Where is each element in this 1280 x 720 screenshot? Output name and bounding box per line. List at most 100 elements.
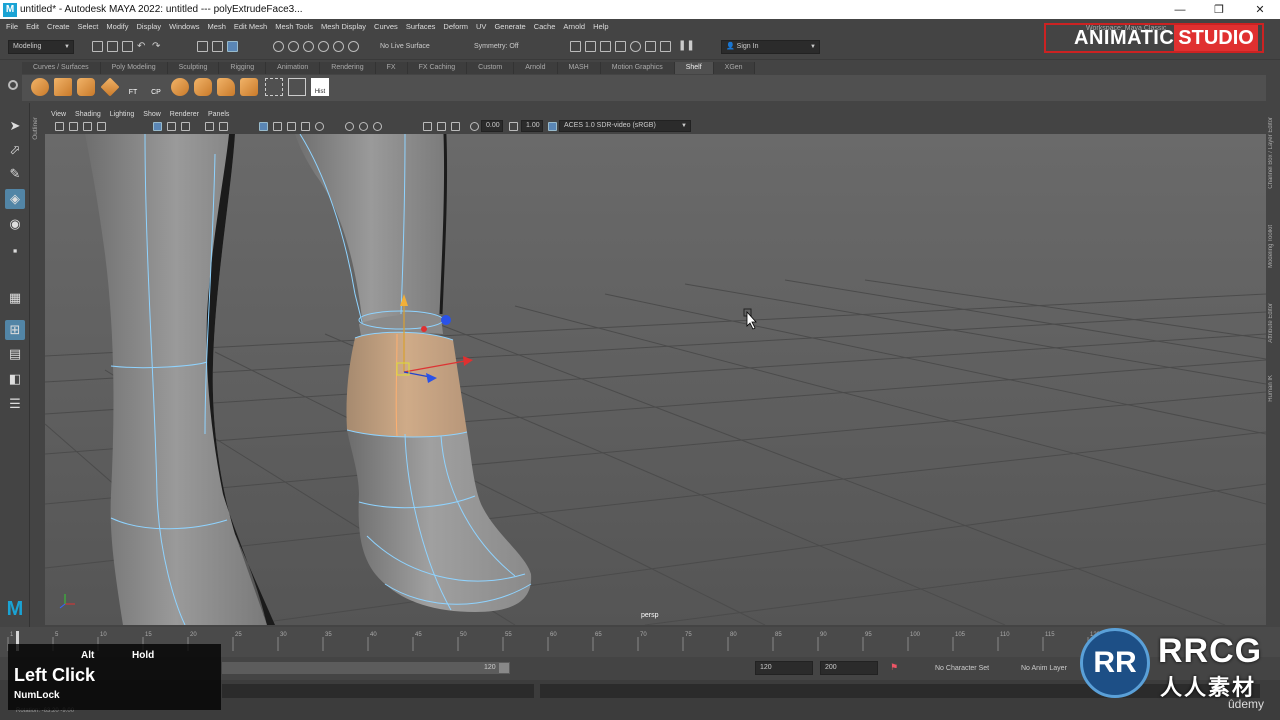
menu-modify[interactable]: Modify xyxy=(106,22,128,31)
multi-cut-icon[interactable] xyxy=(288,78,306,96)
snap-view-icon[interactable] xyxy=(318,41,329,52)
antialias-icon[interactable] xyxy=(451,122,460,131)
shelf-tab-shelf[interactable]: Shelf xyxy=(674,62,714,74)
center-pivot-icon[interactable]: CP xyxy=(147,78,165,96)
poly-cylinder-icon[interactable] xyxy=(77,78,95,96)
menu-cache[interactable]: Cache xyxy=(534,22,556,31)
snap-grid-icon[interactable] xyxy=(273,41,284,52)
shelf-options-gear-icon[interactable] xyxy=(8,80,18,90)
merge-vertices-icon[interactable] xyxy=(265,78,283,96)
resolution-gate-icon[interactable] xyxy=(181,122,190,131)
shelf-tab-animation[interactable]: Animation xyxy=(266,62,321,74)
motion-blur-icon[interactable] xyxy=(437,122,446,131)
shelf-tab-sculpting[interactable]: Sculpting xyxy=(167,62,220,74)
playback-end-field[interactable]: 120 xyxy=(755,661,813,675)
select-object-icon[interactable] xyxy=(212,41,223,52)
view-transform-dropdown[interactable]: ACES 1.0 SDR-video (sRGB) ▼ xyxy=(559,120,691,132)
menu-windows[interactable]: Windows xyxy=(169,22,199,31)
mel-command-input[interactable] xyxy=(222,684,534,698)
shelf-tab-arnold[interactable]: Arnold xyxy=(514,62,558,74)
menu-file[interactable]: File xyxy=(6,22,18,31)
xray-icon[interactable] xyxy=(345,122,354,131)
panel-menu-lighting[interactable]: Lighting xyxy=(110,111,135,118)
panel-menu-show[interactable]: Show xyxy=(143,111,161,118)
wireframe-on-shaded-icon[interactable] xyxy=(259,122,268,131)
bridge-icon[interactable] xyxy=(240,78,258,96)
isolate-select-icon[interactable] xyxy=(373,122,382,131)
list-layout-icon[interactable]: ☰ xyxy=(5,394,25,414)
menu-surfaces[interactable]: Surfaces xyxy=(406,22,436,31)
playblast-icon[interactable] xyxy=(660,41,671,52)
panel-menu-panels[interactable]: Panels xyxy=(208,111,229,118)
menu-display[interactable]: Display xyxy=(137,22,162,31)
single-perspective-layout-icon[interactable]: ▦ xyxy=(5,288,25,308)
extrude-icon[interactable] xyxy=(217,78,235,96)
bookmark-icon[interactable] xyxy=(83,122,92,131)
snap-curve-icon[interactable] xyxy=(288,41,299,52)
live-surface-label[interactable]: No Live Surface xyxy=(380,43,430,50)
redo-icon[interactable]: ↷ xyxy=(152,41,160,52)
open-scene-icon[interactable] xyxy=(107,41,118,52)
snap-surface-icon[interactable] xyxy=(333,41,344,52)
xray-joints-icon[interactable] xyxy=(359,122,368,131)
shelf-tab-mash[interactable]: MASH xyxy=(557,62,601,74)
ssao-icon[interactable] xyxy=(423,122,432,131)
exposure-icon[interactable] xyxy=(470,122,479,131)
color-management-icon[interactable] xyxy=(548,122,557,131)
image-plane-icon[interactable] xyxy=(97,122,106,131)
outliner-layout-icon[interactable]: ◧ xyxy=(5,369,25,389)
paint-select-tool-icon[interactable]: ✎ xyxy=(5,164,25,184)
panel-menu-shading[interactable]: Shading xyxy=(75,111,101,118)
shelf-tab-motion-graphics[interactable]: Motion Graphics xyxy=(600,62,675,74)
menu-uv[interactable]: UV xyxy=(476,22,486,31)
move-tool-icon[interactable]: ◈ xyxy=(5,189,25,209)
smooth-shade-icon[interactable] xyxy=(273,122,282,131)
four-view-layout-icon[interactable]: ⊞ xyxy=(5,320,25,340)
lasso-tool-icon[interactable]: ⬀ xyxy=(5,140,25,160)
anim-layer-label[interactable]: No Anim Layer xyxy=(1021,665,1067,672)
shelf-tab-rendering[interactable]: Rendering xyxy=(320,62,376,74)
range-slider-handle[interactable] xyxy=(499,663,509,673)
menu-generate[interactable]: Generate xyxy=(494,22,525,31)
shadows-icon[interactable] xyxy=(315,122,324,131)
menu-mesh-tools[interactable]: Mesh Tools xyxy=(275,22,313,31)
field-chart-icon[interactable] xyxy=(219,122,228,131)
undo-icon[interactable]: ↶ xyxy=(137,41,145,52)
select-hierarchy-icon[interactable] xyxy=(197,41,208,52)
outliner-strip[interactable]: Outliner xyxy=(30,107,44,627)
combine-icon[interactable] xyxy=(171,78,189,96)
camera-select-icon[interactable] xyxy=(55,122,64,131)
range-slider[interactable] xyxy=(222,662,510,674)
lights-icon[interactable] xyxy=(301,122,310,131)
menu-deform[interactable]: Deform xyxy=(443,22,468,31)
poly-cube-icon[interactable] xyxy=(54,78,72,96)
poly-plane-icon[interactable] xyxy=(100,77,120,97)
menu-edit-mesh[interactable]: Edit Mesh xyxy=(234,22,267,31)
pause-icon[interactable]: ❚❚ xyxy=(678,40,695,51)
shelf-tab-curves-surfaces[interactable]: Curves / Surfaces xyxy=(22,62,101,74)
shelf-tab-xgen[interactable]: XGen xyxy=(713,62,755,74)
scale-tool-icon[interactable]: ▪ xyxy=(5,240,25,260)
poly-sphere-icon[interactable] xyxy=(31,78,49,96)
grid-toggle-icon[interactable] xyxy=(153,122,162,131)
select-tool-icon[interactable]: ➤ xyxy=(5,116,25,136)
menu-edit[interactable]: Edit xyxy=(26,22,39,31)
ipr-render-icon[interactable] xyxy=(600,41,611,52)
menu-set-dropdown[interactable]: Modeling ▼ xyxy=(8,40,74,54)
gate-mask-icon[interactable] xyxy=(205,122,214,131)
symmetry-label[interactable]: Symmetry: Off xyxy=(474,43,519,50)
new-scene-icon[interactable] xyxy=(92,41,103,52)
textured-icon[interactable] xyxy=(287,122,296,131)
character-set-label[interactable]: No Character Set xyxy=(935,665,989,672)
minimize-button[interactable]: — xyxy=(1160,0,1200,19)
menu-mesh-display[interactable]: Mesh Display xyxy=(321,22,366,31)
exposure-field[interactable]: 0.00 xyxy=(481,120,503,132)
arnold-render-icon[interactable] xyxy=(645,41,656,52)
snap-point-icon[interactable] xyxy=(303,41,314,52)
shelf-tab-fx-caching[interactable]: FX Caching xyxy=(407,62,468,74)
menu-create[interactable]: Create xyxy=(47,22,70,31)
rotate-tool-icon[interactable]: ◉ xyxy=(5,214,25,234)
shelf-tab-rigging[interactable]: Rigging xyxy=(219,62,267,74)
gamma-field[interactable]: 1.00 xyxy=(521,120,543,132)
menu-arnold[interactable]: Arnold xyxy=(563,22,585,31)
